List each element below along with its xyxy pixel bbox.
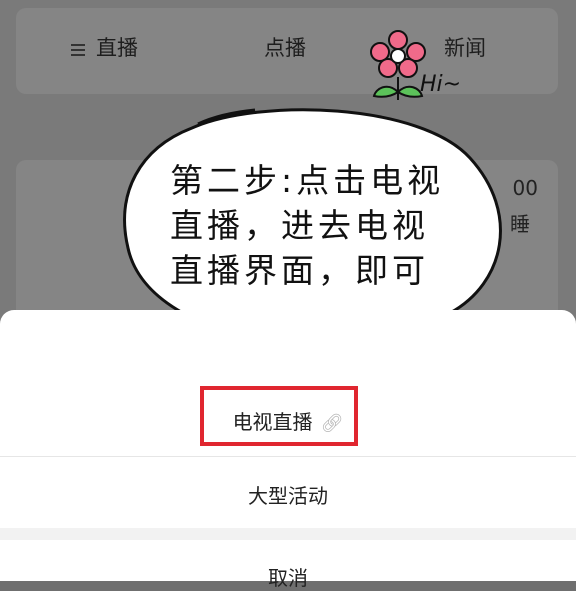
hi-label: Hi~ [420,72,462,97]
card-subtitle: 睡 [510,212,530,236]
top-tab-bar: 直播 点播 新闻 [16,8,558,94]
tab-news[interactable]: 新闻 [444,32,486,62]
cancel-button[interactable]: 取消 [0,562,576,591]
big-event-option[interactable]: 大型活动 [0,480,576,509]
bubble-text: 第二步:点击电视 直播，进去电视 直播界面，即可 [170,161,445,290]
tab-live[interactable]: 直播 [96,32,138,62]
tab-vod[interactable]: 点播 [264,32,306,62]
divider [0,456,576,457]
highlight-box [200,386,358,446]
sheet-gap [0,528,576,540]
flower-icon [370,30,426,100]
card-time: 00 [512,176,538,200]
menu-icon[interactable] [71,41,85,57]
